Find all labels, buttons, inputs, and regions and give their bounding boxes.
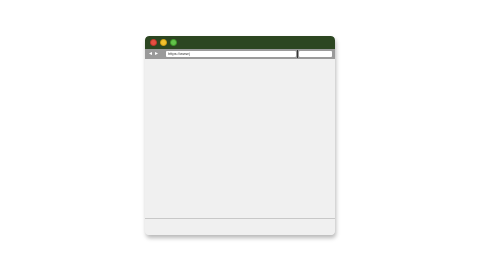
- page-content-area[interactable]: [145, 59, 335, 219]
- back-arrow-icon[interactable]: ◂: [149, 50, 152, 58]
- browser-window: ◂ ▸ https://www|: [145, 36, 335, 235]
- search-input[interactable]: [299, 51, 332, 57]
- close-button[interactable]: [150, 39, 157, 46]
- title-bar[interactable]: [145, 36, 335, 49]
- status-bar: [145, 219, 335, 235]
- address-bar[interactable]: https://www|: [166, 51, 296, 57]
- text-cursor-icon: [297, 50, 298, 58]
- forward-arrow-icon[interactable]: ▸: [155, 50, 158, 58]
- minimize-button[interactable]: [160, 39, 167, 46]
- browser-toolbar: ◂ ▸ https://www|: [145, 49, 335, 59]
- maximize-button[interactable]: [170, 39, 177, 46]
